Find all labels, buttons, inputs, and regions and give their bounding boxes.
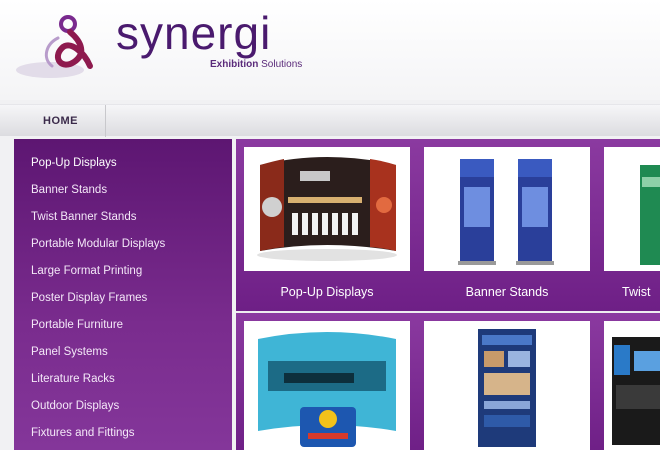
popup-counter-illustration bbox=[244, 321, 410, 450]
product-card-twist[interactable]: Twist bbox=[596, 139, 660, 311]
poster-banner-illustration bbox=[424, 321, 590, 450]
twist-banner-illustration bbox=[604, 147, 660, 271]
sidebar-item-poster-display-frames[interactable]: Poster Display Frames bbox=[14, 288, 232, 315]
popup-counter-image[interactable] bbox=[244, 321, 410, 450]
sidebar-item-banner-stands[interactable]: Banner Stands bbox=[14, 180, 232, 207]
popup-display-illustration bbox=[244, 147, 410, 271]
banner-stands-image[interactable] bbox=[424, 147, 590, 271]
product-card-row2-1[interactable] bbox=[236, 313, 418, 450]
category-sidebar: Pop-Up Displays Banner Stands Twist Bann… bbox=[14, 139, 232, 450]
sidebar-item-portable-modular-displays[interactable]: Portable Modular Displays bbox=[14, 234, 232, 261]
top-nav: HOME bbox=[0, 104, 660, 137]
product-label[interactable]: Pop-Up Displays bbox=[236, 277, 418, 307]
sidebar-item-large-format-printing[interactable]: Large Format Printing bbox=[14, 261, 232, 288]
product-label[interactable]: Twist bbox=[596, 277, 660, 307]
popup-display-image[interactable] bbox=[244, 147, 410, 271]
sidebar-item-outdoor-displays[interactable]: Outdoor Displays bbox=[14, 396, 232, 423]
category-list: Pop-Up Displays Banner Stands Twist Bann… bbox=[14, 139, 232, 450]
product-card-row2-2[interactable] bbox=[416, 313, 598, 450]
sidebar-item-twist-banner-stands[interactable]: Twist Banner Stands bbox=[14, 207, 232, 234]
product-card-popup-displays[interactable]: Pop-Up Displays bbox=[236, 139, 418, 311]
product-card-row2-3[interactable] bbox=[596, 313, 660, 450]
nav-home-link[interactable]: HOME bbox=[16, 105, 106, 137]
product-card-banner-stands[interactable]: Banner Stands bbox=[416, 139, 598, 311]
synergi-logo-icon[interactable] bbox=[12, 8, 112, 84]
sidebar-item-panel-systems[interactable]: Panel Systems bbox=[14, 342, 232, 369]
sidebar-item-literature-racks[interactable]: Literature Racks bbox=[14, 369, 232, 396]
modular-display-image[interactable] bbox=[604, 321, 660, 450]
poster-banner-image[interactable] bbox=[424, 321, 590, 450]
sidebar-item-fixtures-and-fittings[interactable]: Fixtures and Fittings bbox=[14, 423, 232, 450]
brand-tagline-rest: Solutions bbox=[258, 59, 303, 70]
site-header: synergi Exhibition Solutions bbox=[0, 0, 660, 100]
brand-tagline-bold: Exhibition bbox=[210, 59, 259, 70]
sidebar-item-popup-displays[interactable]: Pop-Up Displays bbox=[14, 153, 232, 180]
product-label[interactable]: Banner Stands bbox=[416, 277, 598, 307]
banner-stands-illustration bbox=[424, 147, 590, 271]
sidebar-item-portable-furniture[interactable]: Portable Furniture bbox=[14, 315, 232, 342]
modular-display-illustration bbox=[604, 321, 660, 450]
brand-tagline: Exhibition Solutions bbox=[210, 59, 302, 70]
twist-banner-image[interactable] bbox=[604, 147, 660, 271]
brand-name[interactable]: synergi bbox=[116, 6, 271, 60]
product-grid: Pop-Up Displays Banner Stands Twist bbox=[236, 139, 660, 450]
